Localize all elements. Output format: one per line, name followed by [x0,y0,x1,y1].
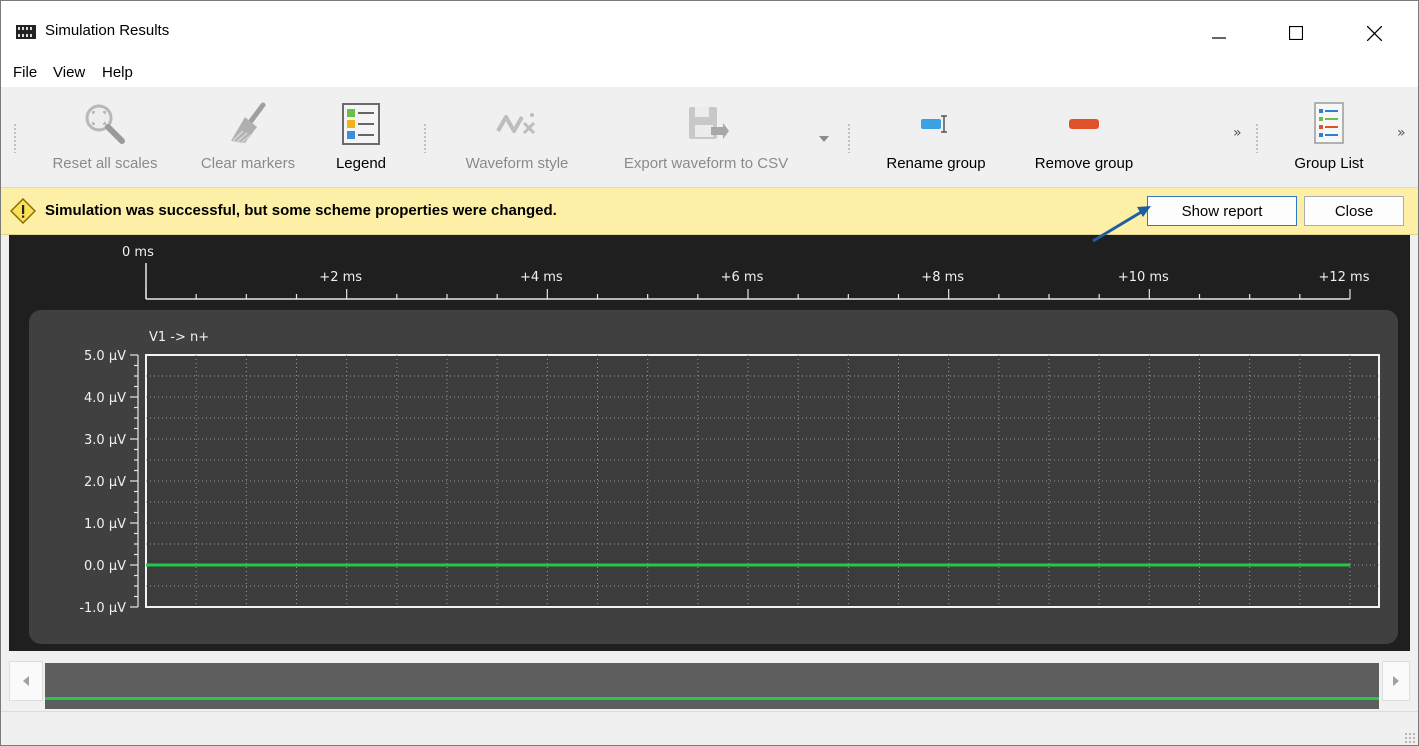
waveform-chart: V1 -> n+ 5.0 µV 4.0 µV 3.0 µV 2.0 µV 1.0 µV 0.… [79,330,1380,616]
y-tick-label: 3.0 µV [84,433,126,448]
y-tick-label: 0.0 µV [84,559,126,574]
chevron-left-icon [23,676,29,686]
status-bar [1,711,1418,745]
simulation-results-window: Simulation Results File View Help Reset … [0,0,1419,746]
ruler-tick-label: +10 ms [1118,270,1169,285]
time-ruler: 0 ms +2 ms +4 ms +6 ms +8 ms +10 ms +12 ms [122,245,1370,300]
chevron-right-icon [1393,676,1399,686]
scroll-left-button[interactable] [9,661,43,701]
waveform-overlay: 0 ms +2 ms +4 ms +6 ms +8 ms +10 ms +12 ms V1 … [79,206,1380,616]
overview-trace [45,697,1379,700]
ruler-tick-label: +4 ms [520,270,563,285]
ruler-tick-label: +8 ms [921,270,964,285]
y-tick-label: 2.0 µV [84,475,126,490]
chart-title: V1 -> n+ [149,330,209,345]
y-tick-label: 1.0 µV [84,517,126,532]
ruler-tick-label: +6 ms [721,270,764,285]
ruler-tick-label: 0 ms [122,245,154,260]
y-tick-label: -1.0 µV [79,601,126,616]
overview-scroller [9,653,1410,710]
ruler-tick-label: +2 ms [319,270,362,285]
y-tick-label: 4.0 µV [84,391,126,406]
callout-arrow [1092,206,1151,243]
y-tick-label: 5.0 µV [84,349,126,364]
scroll-right-button[interactable] [1382,661,1410,701]
resize-grip-icon[interactable] [1404,732,1416,744]
overview-track[interactable] [45,663,1379,709]
ruler-tick-label: +12 ms [1318,270,1369,285]
